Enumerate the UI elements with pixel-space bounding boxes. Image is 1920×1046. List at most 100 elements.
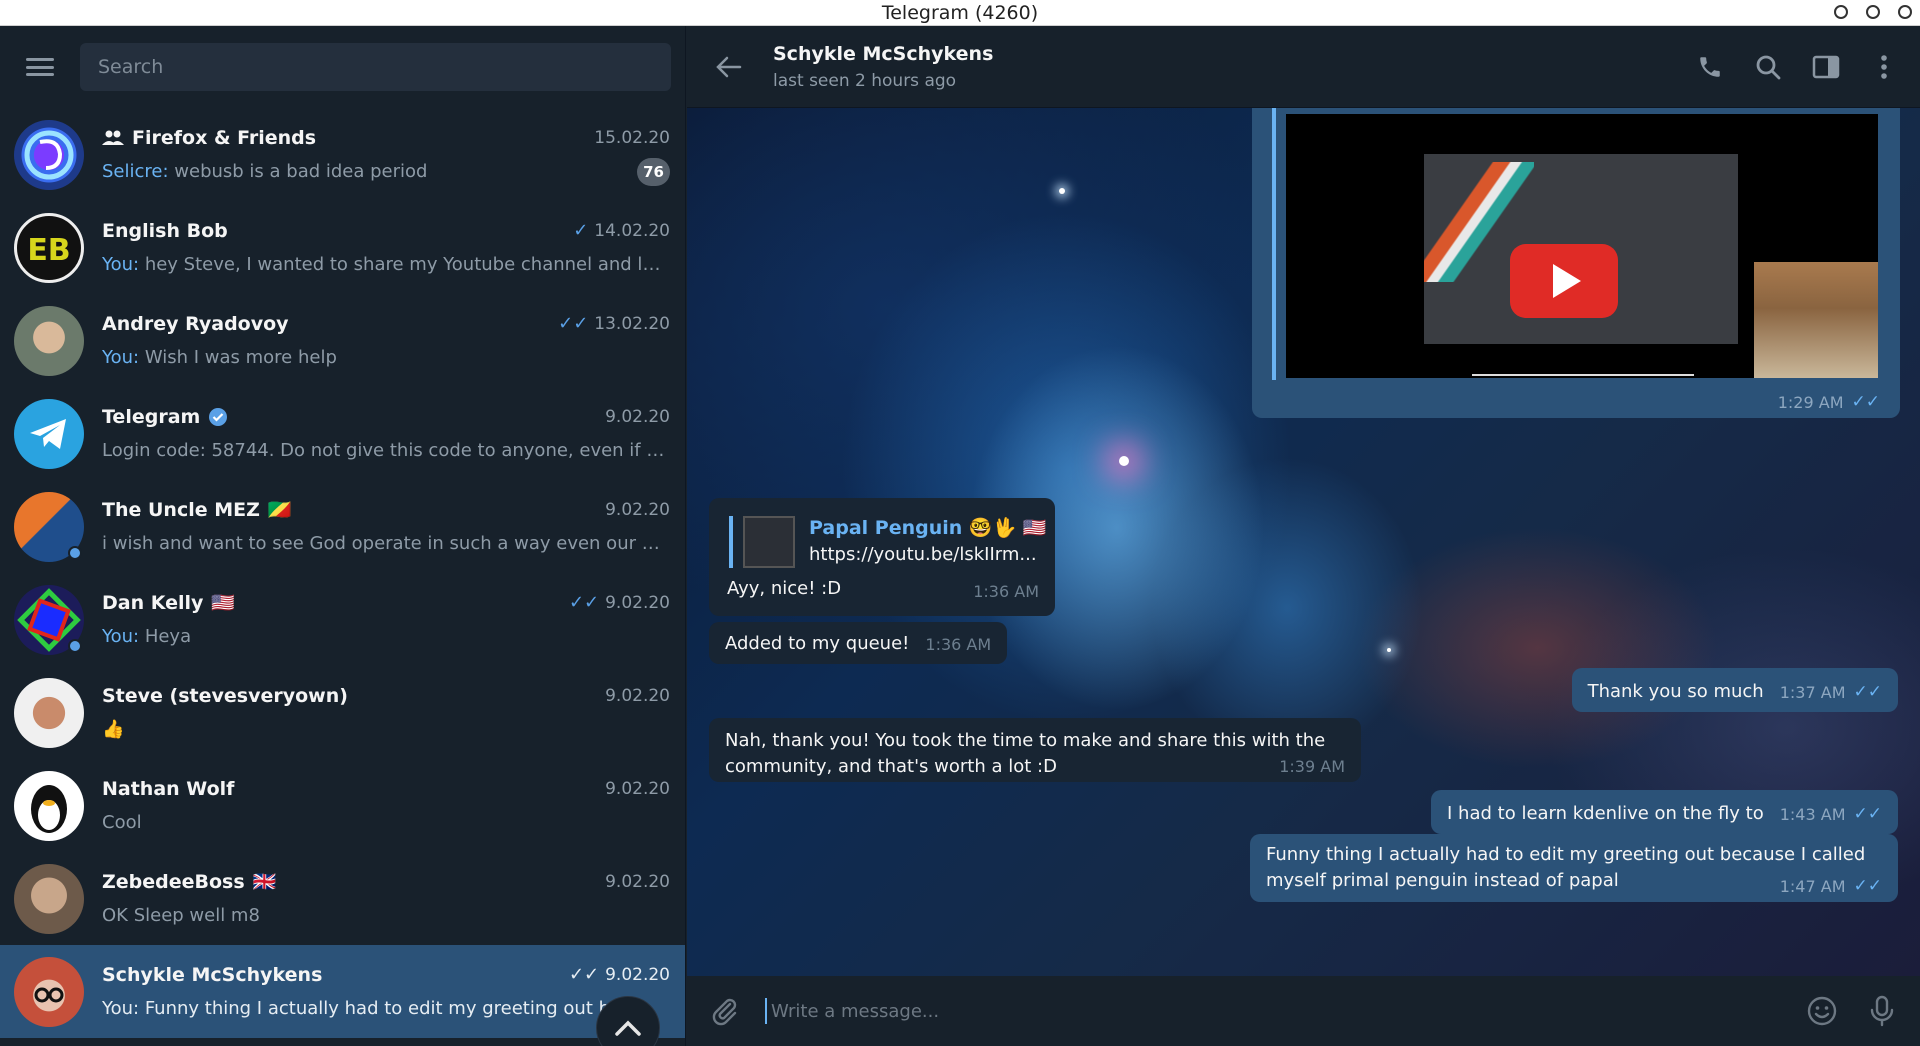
message-text: Nah, thank you! You took the time to mak… [725, 730, 1326, 777]
message-text: I had to learn kdenlive on the fly to [1447, 803, 1764, 824]
more-options-button[interactable] [1870, 53, 1898, 81]
call-button[interactable] [1696, 53, 1724, 81]
close-button[interactable] [1898, 5, 1912, 19]
search-box[interactable] [80, 43, 671, 91]
chat-item-steve[interactable]: Steve (stevesveryown) 9.02.20 👍 [0, 666, 685, 759]
outgoing-message[interactable]: Thank you so much 1:37 AM ✓✓ [1571, 668, 1898, 712]
chat-name: Telegram [102, 405, 201, 428]
chat-sender: Selicre: [102, 161, 169, 182]
chat-name: Schykle McSchykens [102, 963, 323, 986]
chat-preview: webusb is a bad idea period [168, 161, 428, 182]
chat-preview: Funny thing I actually had to edit my gr… [139, 998, 639, 1019]
outgoing-message[interactable]: I had to learn kdenlive on the fly to 1:… [1431, 790, 1898, 834]
chat-wallpaper: 1:29 AM ✓✓ Papal Penguin 🤓🖖 🇺🇸 https://y… [687, 108, 1920, 976]
text-caret [765, 998, 767, 1024]
incoming-message[interactable]: Added to my queue! 1:36 AM [709, 622, 1008, 664]
chat-sender: You: [102, 626, 140, 647]
minimize-button[interactable] [1834, 5, 1848, 19]
chat-name: Andrey Ryadovoy [102, 312, 289, 335]
chat-item-telegram[interactable]: Telegram 9.02.20 Login code: 58744. Do n… [0, 387, 685, 480]
chat-date: 9.02.20 [605, 964, 670, 985]
avatar [14, 863, 84, 934]
chat-preview: Login code: 58744. Do not give this code… [102, 440, 670, 461]
double-check-icon: ✓✓ [1853, 682, 1883, 702]
chat-item-uncle-mez[interactable]: The Uncle MEZ 🇨🇬 9.02.20 i wish and want … [0, 480, 685, 573]
group-icon [102, 130, 124, 145]
chat-item-dan-kelly[interactable]: Dan Kelly 🇺🇸 ✓✓ 9.02.20 You: Heya [0, 573, 685, 666]
chat-item-english-bob[interactable]: EB English Bob ✓ 14.02.20 You: hey Steve,… [0, 201, 685, 294]
avatar [14, 491, 84, 562]
outgoing-message[interactable]: Funny thing I actually had to edit my gr… [1250, 834, 1898, 902]
chat-item-schykle-mcschykens[interactable]: Schykle McSchykens ✓✓ 9.02.20 You: Funny … [0, 945, 685, 1038]
chat-item-firefox-friends[interactable]: Firefox & Friends 15.02.20 Selicre: webu… [0, 108, 685, 201]
double-check-icon: ✓✓ [1853, 804, 1883, 824]
chat-item-andrey-ryadovoy[interactable]: Andrey Ryadovoy ✓✓ 13.02.20 You: Wish I w… [0, 294, 685, 387]
webcam-overlay [1754, 262, 1878, 378]
flag: 🇬🇧 [252, 871, 277, 893]
incoming-message[interactable]: Nah, thank you! You took the time to mak… [709, 718, 1361, 782]
double-check-icon: ✓✓ [1851, 392, 1881, 412]
avatar [14, 119, 84, 190]
chat-name: Dan Kelly [102, 591, 204, 614]
chat-item-zebedeeboss[interactable]: ZebedeeBoss 🇬🇧 9.02.20 OK Sleep well m8 [0, 852, 685, 945]
video-progress [1472, 374, 1694, 376]
attach-button[interactable] [705, 991, 745, 1031]
chat-sender: You: [102, 254, 140, 275]
paperclip-icon [712, 998, 737, 1026]
message-time: 1:36 AM [925, 635, 992, 654]
avatar: EB [14, 212, 84, 283]
online-indicator [68, 545, 82, 560]
flag: 🇺🇸 [211, 592, 236, 614]
chat-name: English Bob [102, 219, 228, 242]
chat-name: Nathan Wolf [102, 777, 235, 800]
back-button[interactable] [709, 47, 749, 87]
message-time: 1:36 AM [973, 582, 1039, 601]
link-preview-thumbnail [743, 516, 795, 568]
chat-preview: 👍 [102, 719, 125, 740]
unread-badge: 76 [637, 157, 670, 186]
search-input[interactable] [98, 56, 671, 78]
svg-text:EB: EB [27, 233, 70, 268]
arrow-left-icon [716, 56, 742, 77]
maximize-button[interactable] [1866, 5, 1880, 19]
chat-preview: Wish I was more help [139, 347, 337, 368]
window-titlebar: Telegram (4260) [0, 0, 1920, 26]
search-button[interactable] [1754, 53, 1782, 81]
chat-date: 15.02.20 [594, 127, 670, 148]
voice-record-button[interactable] [1862, 991, 1902, 1031]
avatar [14, 398, 84, 469]
video-thumbnail[interactable] [1286, 114, 1878, 378]
message-text: Ayy, nice! :D [727, 578, 842, 599]
double-check-icon: ✓✓ [568, 964, 600, 985]
chat-date: 9.02.20 [605, 406, 670, 427]
chat-item-nathan-wolf[interactable]: Nathan Wolf 9.02.20 Cool [0, 759, 685, 852]
reply-link[interactable]: https://youtu.be/lskIIrm... [809, 544, 1037, 565]
emoji-button[interactable] [1802, 991, 1842, 1031]
chat-name: Steve (stevesveryown) [102, 684, 348, 707]
avatar [14, 305, 84, 376]
message-composer [687, 976, 1920, 1046]
sidebar-panel-icon [1812, 55, 1840, 78]
chat-date: 9.02.20 [605, 499, 670, 520]
flag: 🇨🇬 [267, 499, 292, 521]
chevron-up-icon [615, 1020, 641, 1036]
peer-info[interactable]: Schykle McSchykens last seen 2 hours ago [773, 43, 1696, 91]
chat-date: 9.02.20 [605, 871, 670, 892]
message-text: Thank you so much [1587, 681, 1764, 702]
incoming-message-reply[interactable]: Papal Penguin 🤓🖖 🇺🇸 https://youtu.be/lsk… [709, 498, 1055, 616]
chat-panel: Schykle McSchykens last seen 2 hours ago [687, 26, 1920, 1046]
play-button[interactable] [1510, 244, 1618, 318]
avatar [14, 770, 84, 841]
message-time: 1:43 AM [1779, 804, 1846, 824]
reply-accent-bar [729, 516, 733, 568]
message-input[interactable] [771, 1000, 1802, 1022]
toggle-sidebar-button[interactable] [1812, 53, 1840, 81]
more-vertical-icon [1881, 54, 1887, 79]
smile-icon [1807, 996, 1837, 1026]
message-time: 1:39 AM [1279, 757, 1345, 776]
check-icon: ✓ [573, 220, 589, 241]
chat-date: 9.02.20 [605, 778, 670, 799]
menu-icon[interactable] [24, 55, 56, 79]
message-time: 1:37 AM [1779, 682, 1846, 702]
video-message[interactable]: 1:29 AM ✓✓ [1252, 108, 1900, 418]
